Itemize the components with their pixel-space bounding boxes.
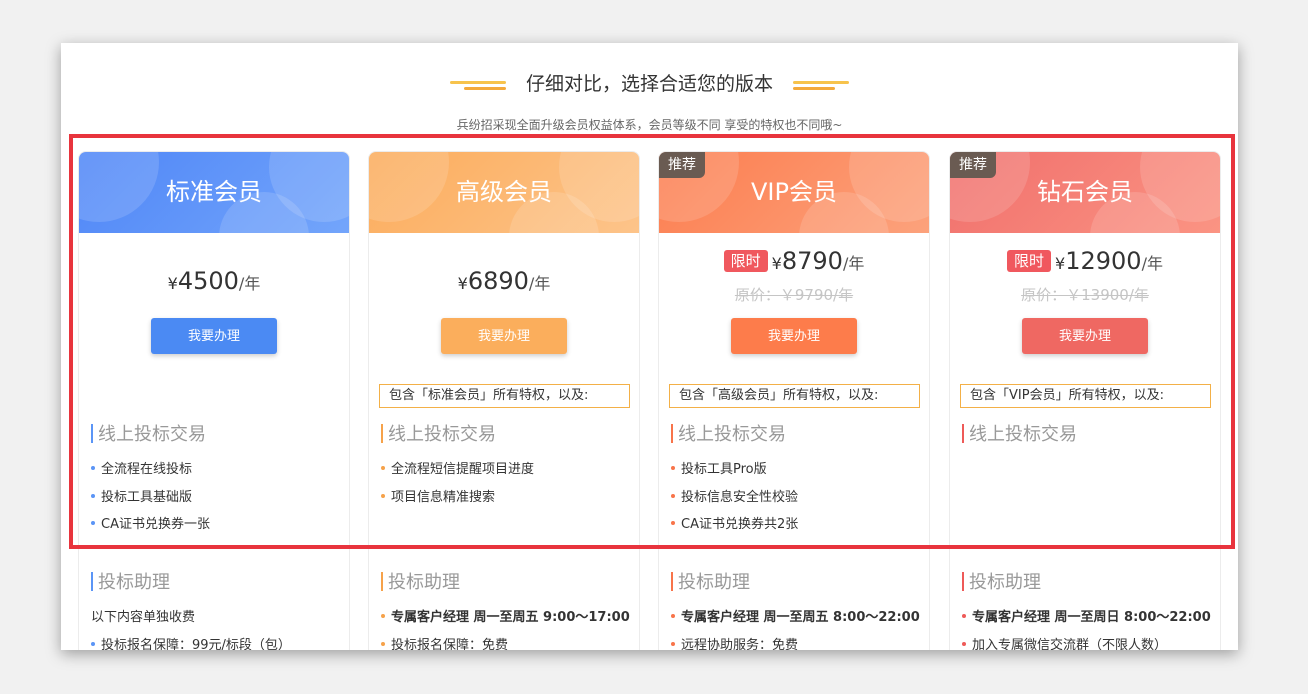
feature-item: 投标工具Pro版 — [671, 458, 767, 477]
section-bid-assistant: 投标助理 — [91, 568, 170, 594]
limited-time-tag: 限时 — [1007, 250, 1052, 272]
apply-button[interactable]: 我要办理 — [1022, 318, 1148, 354]
plan-name: 钻石会员 — [1037, 178, 1133, 206]
includes-note: 包含「高级会员」所有特权，以及: — [669, 384, 920, 408]
section-title: 线上投标交易 — [388, 424, 496, 445]
section-title: 线上投标交易 — [98, 424, 206, 445]
price-row: 限时 ¥12900/年 — [950, 247, 1220, 275]
feature-item: 投标报名保障：免费 — [381, 634, 508, 650]
includes-note: 包含「VIP会员」所有特权，以及: — [960, 384, 1211, 408]
feature-item: 项目信息精准搜索 — [381, 486, 495, 505]
section-title: 线上投标交易 — [678, 424, 786, 445]
recommend-badge: 推荐 — [950, 152, 996, 178]
plan-name: 高级会员 — [456, 178, 552, 206]
price-row: ¥6890/年 — [369, 267, 639, 295]
section-bid-assistant: 投标助理 — [381, 568, 460, 594]
currency-symbol: ¥ — [1055, 254, 1066, 273]
section-bid-assistant: 投标助理 — [671, 568, 750, 594]
limited-time-tag: 限时 — [723, 250, 768, 272]
currency-symbol: ¥ — [167, 274, 178, 293]
price-amount: 4500 — [177, 267, 239, 295]
section-title: 仔细对比，选择合适您的版本 — [61, 69, 1238, 96]
plan-card-standard: 标准会员 ¥4500/年我要办理线上投标交易全流程在线投标 投标工具基础版 CA证书兑… — [78, 151, 350, 650]
price-unit: /年 — [842, 254, 865, 273]
currency-symbol: ¥ — [457, 274, 468, 293]
plan-name: VIP会员 — [751, 178, 837, 206]
section-online-bidding: 线上投标交易 — [381, 420, 496, 446]
feature-item: 投标工具基础版 — [91, 486, 192, 505]
original-price: 原价：￥9790/年 — [734, 286, 854, 304]
section-title: 投标助理 — [388, 572, 460, 593]
plan-header: 标准会员 — [79, 152, 349, 233]
section-online-bidding: 线上投标交易 — [671, 420, 786, 446]
feature-item: 专属客户经理 周一至周五 8:00～22:00 — [671, 606, 920, 625]
feature-item: 全流程在线投标 — [91, 458, 192, 477]
section-bid-assistant: 投标助理 — [962, 568, 1041, 594]
feature-item: 专属客户经理 周一至周五 9:00～17:00 — [381, 606, 630, 625]
title-decoration-left — [449, 78, 506, 92]
apply-button[interactable]: 我要办理 — [151, 318, 277, 354]
pricing-page: 仔细对比，选择合适您的版本 兵纷招采现全面升级会员权益体系，会员等级不同 享受的… — [61, 43, 1238, 650]
feature-item: 投标报名保障：99元/标段（包） — [91, 634, 291, 650]
feature-item: 专属客户经理 周一至周日 8:00～22:00 — [962, 606, 1211, 625]
section-title: 投标助理 — [969, 572, 1041, 593]
section-title: 线上投标交易 — [969, 424, 1077, 445]
plan-card-vip: VIP会员 推荐限时 ¥8790/年原价：￥9790/年我要办理包含「高级会员」所有… — [658, 151, 930, 650]
section-title: 投标助理 — [678, 572, 750, 593]
plan-header: 高级会员 — [369, 152, 639, 233]
fee-note: 以下内容单独收费 — [91, 610, 196, 625]
plan-header: 钻石会员 推荐 — [950, 152, 1220, 233]
price-row: 限时 ¥8790/年 — [659, 247, 929, 275]
price-unit: /年 — [528, 274, 551, 293]
apply-button[interactable]: 我要办理 — [441, 318, 567, 354]
feature-item: 投标信息安全性校验 — [671, 486, 798, 505]
section-subtitle: 兵纷招采现全面升级会员权益体系，会员等级不同 享受的特权也不同哦~ — [456, 118, 843, 132]
recommend-badge: 推荐 — [659, 152, 705, 178]
section-title: 投标助理 — [98, 572, 170, 593]
plan-card-advanced: 高级会员 ¥6890/年我要办理包含「标准会员」所有特权，以及: 线上投标交易全流程… — [368, 151, 640, 650]
price-amount: 6890 — [467, 267, 529, 295]
feature-item: CA证书兑换券共2张 — [671, 513, 798, 532]
price-unit: /年 — [238, 274, 261, 293]
section-online-bidding: 线上投标交易 — [962, 420, 1077, 446]
price-unit: /年 — [1141, 254, 1163, 273]
feature-item: 远程协助服务：免费 — [671, 634, 798, 650]
original-price: 原价：￥13900/年 — [1021, 286, 1149, 304]
price-amount: 12900 — [1065, 247, 1142, 275]
currency-symbol: ¥ — [771, 254, 782, 273]
feature-item: 加入专属微信交流群（不限人数） — [962, 634, 1167, 650]
feature-item: 全流程短信提醒项目进度 — [381, 458, 534, 477]
apply-button[interactable]: 我要办理 — [731, 318, 857, 354]
plan-card-diamond: 钻石会员 推荐限时 ¥12900/年原价：￥13900/年我要办理包含「VIP会员」… — [949, 151, 1221, 650]
plan-name: 标准会员 — [166, 178, 262, 206]
section-online-bidding: 线上投标交易 — [91, 420, 206, 446]
plan-header: VIP会员 推荐 — [659, 152, 929, 233]
title-decoration-right — [793, 78, 849, 92]
title-text: 仔细对比，选择合适您的版本 — [525, 73, 773, 95]
price-amount: 8790 — [781, 247, 843, 275]
feature-item: CA证书兑换券一张 — [91, 513, 210, 532]
includes-note: 包含「标准会员」所有特权，以及: — [379, 384, 630, 408]
price-row: ¥4500/年 — [79, 267, 349, 295]
